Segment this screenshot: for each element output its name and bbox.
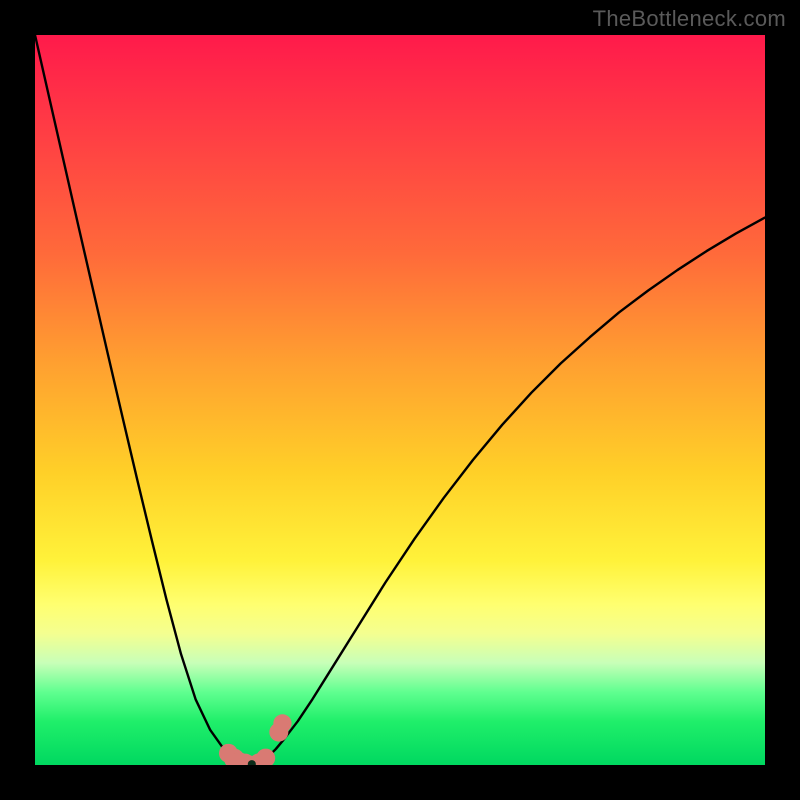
marker-layer <box>219 714 292 765</box>
plot-area <box>35 35 765 765</box>
chart-frame: TheBottleneck.com <box>0 0 800 800</box>
bottleneck-curve <box>35 35 765 764</box>
watermark: TheBottleneck.com <box>593 6 786 32</box>
marker-dot <box>273 714 291 732</box>
curve-layer <box>35 35 765 765</box>
